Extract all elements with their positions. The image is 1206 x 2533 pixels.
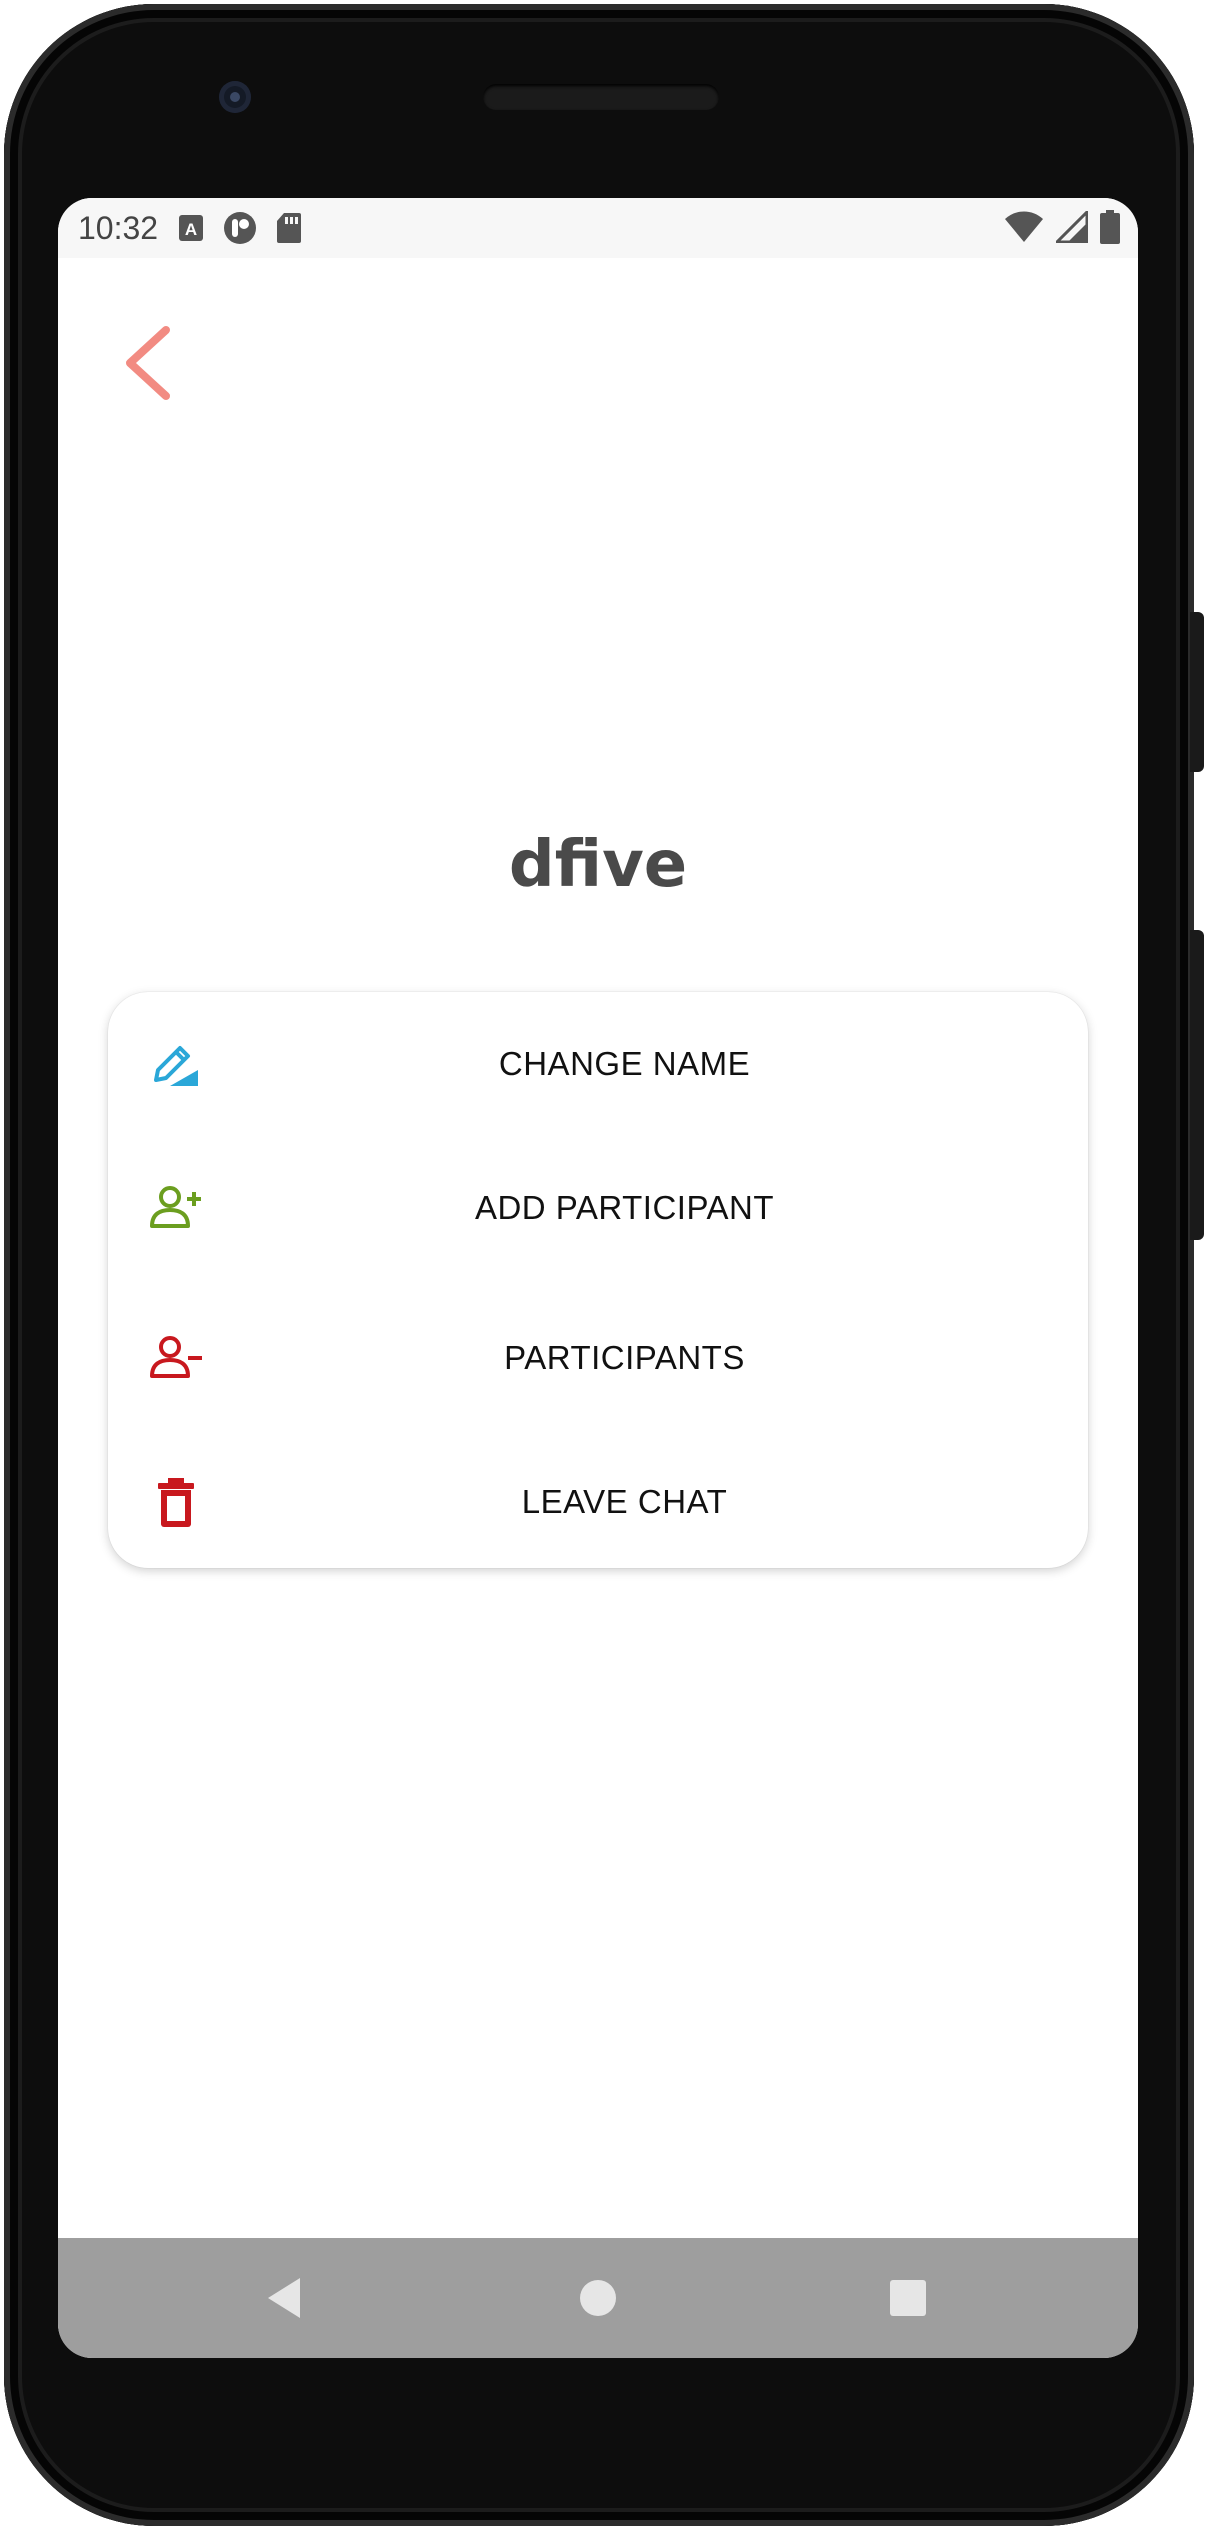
nav-back-button[interactable]: [260, 2270, 316, 2326]
leave-chat-item[interactable]: LEAVE CHAT: [108, 1430, 1088, 1574]
leave-chat-label: LEAVE CHAT: [521, 1483, 728, 1520]
earpiece-speaker: [483, 84, 719, 110]
change-name-label: CHANGE NAME: [498, 1045, 751, 1082]
add-participant-label: ADD PARTICIPANT: [474, 1189, 775, 1226]
participants-item[interactable]: PARTICIPANTS: [108, 1286, 1088, 1430]
notification-icons: A: [178, 210, 302, 246]
wifi-icon: [1005, 211, 1043, 242]
chat-title: dfive: [508, 828, 688, 902]
screen: 10:32 A dfive CHANGE NAME ADD PARTICIPAN…: [58, 198, 1138, 2358]
a-badge-icon: A: [179, 215, 204, 241]
cell-signal-icon: [1056, 211, 1088, 243]
battery-icon: [1100, 210, 1120, 244]
change-name-item[interactable]: CHANGE NAME: [108, 992, 1088, 1136]
chat-options-card: CHANGE NAME ADD PARTICIPANT PARTICIPANTS: [108, 992, 1088, 1568]
status-time: 10:32: [78, 209, 159, 246]
sd-card-icon: [277, 213, 302, 243]
power-button: [1190, 612, 1204, 772]
add-participant-item[interactable]: ADD PARTICIPANT: [108, 1136, 1088, 1280]
nav-recents-button[interactable]: [880, 2270, 936, 2326]
system-icons: [1004, 210, 1120, 244]
nav-home-button[interactable]: [570, 2270, 626, 2326]
participants-label: PARTICIPANTS: [504, 1339, 745, 1376]
navigation-bar: [58, 2238, 1138, 2358]
volume-button: [1190, 930, 1204, 1240]
back-button[interactable]: [118, 318, 188, 408]
front-camera: [219, 81, 251, 113]
status-bar: 10:32 A: [58, 198, 1138, 258]
back-triangle-icon: [268, 2278, 300, 2318]
home-circle-icon: [580, 2280, 616, 2316]
circle-app-icon: [224, 212, 257, 244]
svg-text:A: A: [185, 220, 197, 239]
recents-square-icon: [890, 2280, 926, 2316]
chevron-left-icon: [126, 326, 170, 400]
